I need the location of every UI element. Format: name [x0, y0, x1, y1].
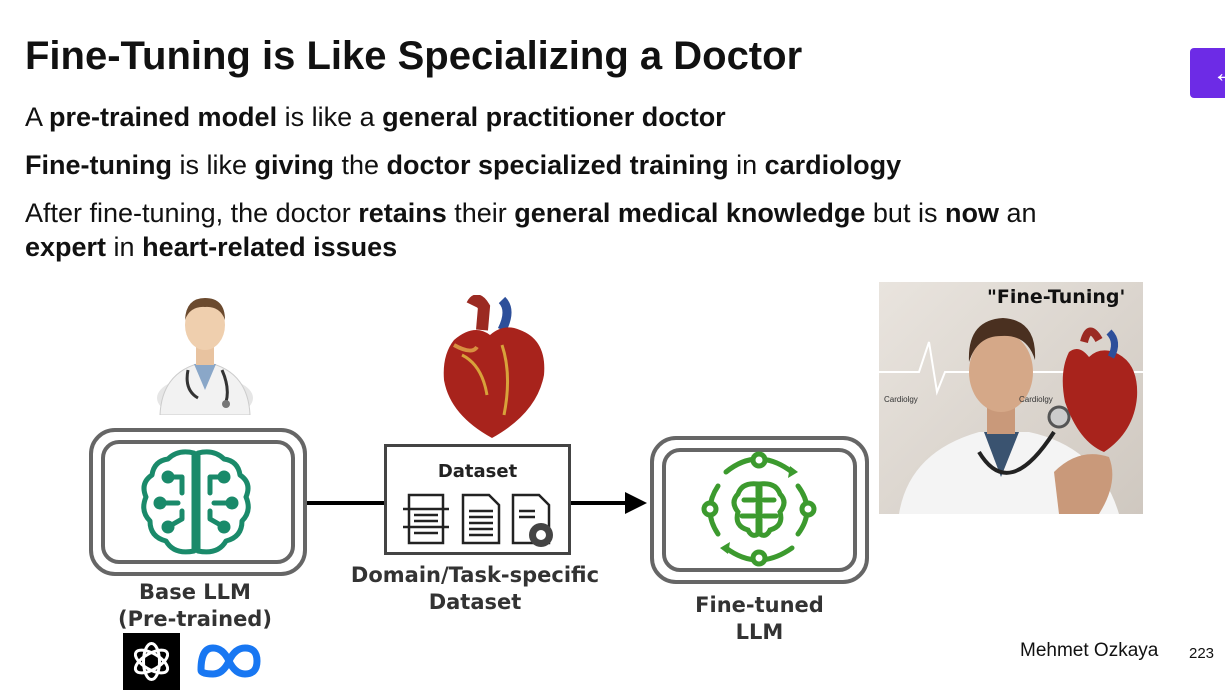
dataset-label: Domain/Task-specific Dataset: [320, 562, 630, 616]
bullet-run: in: [106, 232, 143, 262]
finetuned-llm-label: Fine-tuned LLM: [650, 592, 869, 646]
dataset-title: Dataset: [437, 461, 518, 482]
bullet-run: After fine-tuning, the doctor: [25, 198, 359, 228]
doctor-cardiology-illustration: "Fine-Tuning' Cardiolgy Cardiolgy: [879, 282, 1143, 514]
dataset-box: Dataset: [384, 444, 571, 555]
bullet-run: doctor specialized training: [386, 150, 729, 180]
bullet-3-continuation: expert in heart-related issues: [25, 230, 397, 264]
openai-logo: [123, 633, 180, 690]
bullet-1: A pre-trained model is like a general pr…: [25, 100, 726, 134]
back-arrow-icon: ←: [1212, 57, 1225, 88]
bullet-run: general medical knowledge: [514, 198, 866, 228]
photo-tag-right: Cardiolgy: [1019, 395, 1053, 404]
bullet-run: is like a: [277, 102, 383, 132]
page-number: 223: [1189, 645, 1215, 662]
base-llm-label-line2: (Pre-trained): [118, 607, 272, 631]
author-name: Mehmet Ozkaya: [1020, 640, 1159, 661]
arrow-base-to-dataset: [307, 501, 385, 505]
bullet-3: After fine-tuning, the doctor retains th…: [25, 196, 1037, 230]
meta-logo: [197, 644, 261, 678]
brain-circuit-icon: [141, 449, 251, 555]
bullet-run: in: [728, 150, 765, 180]
photo-title: "Fine-Tuning': [987, 286, 1126, 308]
bullet-run: their: [446, 198, 515, 228]
bullet-run: heart-related issues: [142, 232, 398, 262]
back-arrow-button[interactable]: ←: [1190, 48, 1225, 98]
bullet-run: A: [25, 102, 50, 132]
bullet-run: Fine-tuning: [25, 150, 172, 180]
bullet-run: an: [998, 198, 1037, 228]
dataset-label-line2: Dataset: [428, 590, 522, 614]
document-icon: [403, 493, 553, 547]
bullet-run: expert: [25, 232, 107, 262]
dataset-label-line1: Domain/Task-specific: [350, 563, 600, 587]
finetuned-label-line1: Fine-tuned: [695, 593, 824, 617]
bullet-run: general practitioner doctor: [382, 102, 726, 132]
brain-cycle-icon: [701, 451, 817, 567]
bullet-run: giving: [254, 150, 335, 180]
arrow-dataset-to-finetuned: [571, 492, 647, 514]
bullet-run: is like: [171, 150, 255, 180]
finetuned-label-line2: LLM: [735, 620, 784, 644]
bullet-run: cardiology: [764, 150, 902, 180]
heart-icon: [443, 295, 545, 438]
base-llm-label: Base LLM (Pre-trained): [60, 579, 330, 633]
bullet-run: now: [944, 198, 999, 228]
bullet-run: the: [334, 150, 387, 180]
bullet-run: retains: [358, 198, 447, 228]
slide-title: Fine-Tuning is Like Specializing a Docto…: [25, 34, 803, 78]
bullet-2: Fine-tuning is like giving the doctor sp…: [25, 148, 901, 182]
doctor-icon: [157, 298, 253, 415]
photo-tag-left: Cardiolgy: [884, 395, 918, 404]
base-llm-label-line1: Base LLM: [139, 580, 251, 604]
bullet-run: but is: [865, 198, 945, 228]
bullet-run: pre-trained model: [49, 102, 278, 132]
